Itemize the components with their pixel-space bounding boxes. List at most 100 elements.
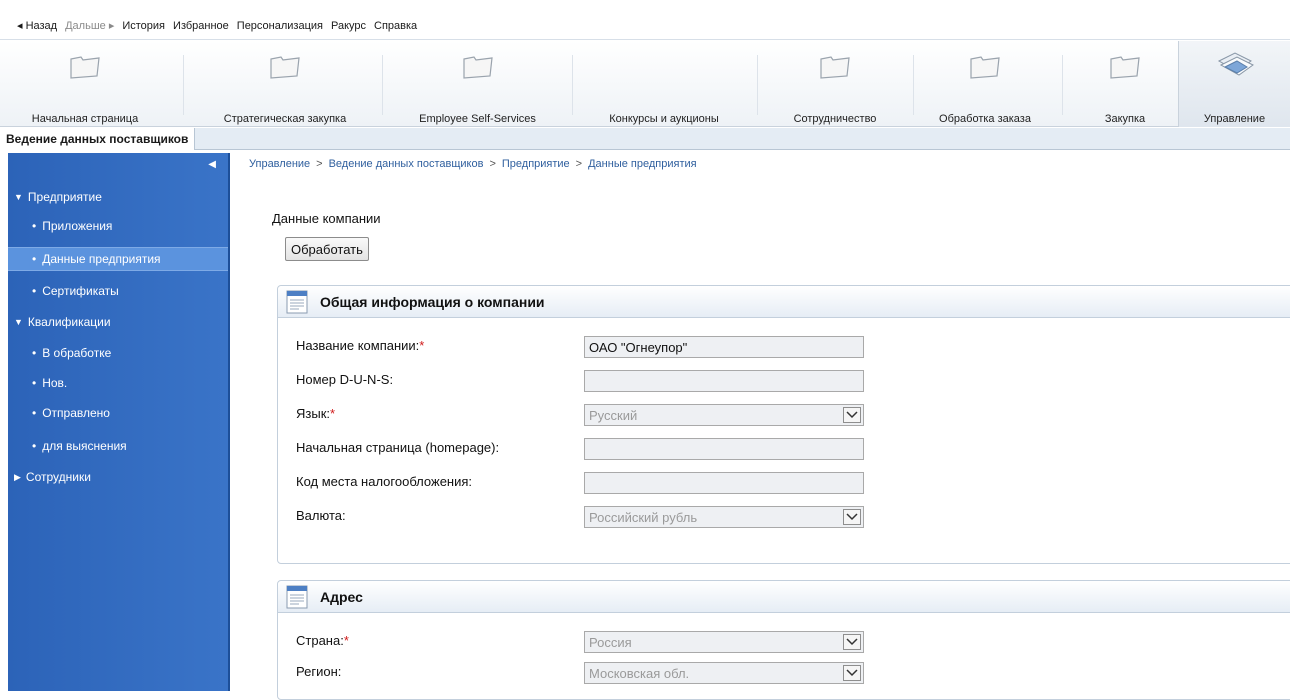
folder-icon — [70, 56, 100, 79]
homepage-field[interactable] — [584, 438, 864, 460]
currency-select[interactable]: Российский рубль — [584, 506, 864, 528]
nav-divider — [183, 55, 184, 115]
folder-icon — [820, 56, 850, 79]
nav-tab-home[interactable]: Начальная страница — [20, 41, 150, 127]
breadcrumb: Управление > Ведение данных поставщиков … — [249, 158, 697, 170]
documents-icon — [1217, 52, 1254, 76]
chevron-down-icon[interactable] — [843, 634, 861, 650]
breadcrumb-item[interactable]: Данные предприятия — [588, 158, 696, 170]
select-value: Российский рубль — [589, 509, 698, 525]
tax-code-row: Код места налогообложения: — [296, 472, 1290, 496]
field-label: Валюта: — [296, 508, 346, 523]
sidebar-item-in-progress[interactable]: • В обработке — [8, 341, 228, 365]
sidebar-item-applications[interactable]: • Приложения — [8, 214, 228, 238]
chevron-down-icon[interactable] — [843, 407, 861, 423]
breadcrumb-item[interactable]: Управление — [249, 158, 310, 170]
general-info-panel: Общая информация о компании Название ком… — [277, 285, 1290, 564]
nav-divider — [572, 55, 573, 115]
nav-tab-label: Сотрудничество — [793, 113, 877, 125]
nav-tab-collaboration[interactable]: Сотрудничество — [770, 41, 900, 127]
nav-tab-ess[interactable]: Employee Self-Services — [400, 41, 555, 127]
folder-icon — [462, 56, 493, 79]
favorites-menu[interactable]: Избранное — [173, 20, 229, 32]
country-select[interactable]: Россия — [584, 631, 864, 653]
bullet-icon: • — [32, 219, 37, 233]
region-select[interactable]: Московская обл. — [584, 662, 864, 684]
field-label: Язык:* — [296, 406, 335, 421]
sidebar-item-employees[interactable]: ▶ Сотрудники — [8, 465, 228, 489]
nav-tab-management[interactable]: Управление — [1178, 41, 1290, 127]
required-mark: * — [419, 338, 425, 353]
sidebar-item-label: Нов. — [42, 376, 68, 390]
homepage-row: Начальная страница (homepage): — [296, 438, 1290, 462]
language-select[interactable]: Русский — [584, 404, 864, 426]
sidebar-item-certificates[interactable]: • Сертификаты — [8, 279, 228, 303]
folder-icon — [1110, 56, 1140, 79]
document-icon — [286, 290, 308, 313]
panel-title: Общая информация о компании — [320, 293, 545, 310]
breadcrumb-item[interactable]: Ведение данных поставщиков — [329, 158, 484, 170]
top-level-navigation: Начальная страница Стратегическая закупк… — [0, 41, 1290, 127]
nav-divider — [382, 55, 383, 115]
collapse-sidebar-icon[interactable]: ◀ — [208, 159, 216, 170]
breadcrumb-separator: > — [489, 158, 496, 170]
forward-button[interactable]: Дальше ▸ — [65, 19, 114, 32]
breadcrumb-item[interactable]: Предприятие — [502, 158, 570, 170]
sidebar-item-clarification[interactable]: • для выяснения — [8, 434, 228, 458]
view-menu[interactable]: Ракурс — [331, 20, 366, 32]
expanded-triangle-icon: ▼ — [14, 317, 23, 327]
sidebar-item-label: Квалификации — [27, 315, 111, 329]
edit-button[interactable]: Обработать — [285, 237, 369, 261]
sidebar-item-label: для выяснения — [42, 439, 127, 453]
nav-tab-label: Начальная страница — [31, 113, 139, 125]
duns-field[interactable] — [584, 370, 864, 392]
field-label: Номер D-U-N-S: — [296, 372, 394, 387]
document-icon — [286, 585, 308, 608]
nav-divider — [1062, 55, 1063, 115]
back-button[interactable]: ◂ Назад — [17, 19, 57, 32]
address-panel: Адрес Страна:* Россия Регион: Московская… — [277, 580, 1290, 700]
nav-tab-label: Управление — [1203, 113, 1266, 125]
nav-tab-purchasing[interactable]: Закупка — [1080, 41, 1170, 127]
nav-tab-strategic-sourcing[interactable]: Стратегическая закупка — [204, 41, 366, 127]
nav-tab-order-processing[interactable]: Обработка заказа — [925, 41, 1045, 127]
select-value: Русский — [589, 407, 638, 423]
help-menu[interactable]: Справка — [374, 20, 417, 32]
language-row: Язык:* Русский — [296, 404, 1290, 428]
nav-divider — [913, 55, 914, 115]
folder-icon — [270, 56, 300, 79]
region-row: Регион: Московская обл. — [296, 662, 1290, 686]
nav-divider — [757, 55, 758, 115]
bullet-icon: • — [32, 406, 37, 420]
subtab-supplier-data[interactable]: Ведение данных поставщиков — [0, 128, 196, 150]
company-name-field[interactable]: ОАО "Огнеупор" — [584, 336, 864, 358]
history-menu[interactable]: История — [122, 20, 165, 32]
top-menu-bar: ◂ Назад Дальше ▸ История Избранное Персо… — [0, 12, 1290, 40]
sidebar-item-enterprise-data[interactable]: • Данные предприятия — [8, 247, 228, 271]
company-name-row: Название компании:* ОАО "Огнеупор" — [296, 336, 1290, 360]
chevron-down-icon[interactable] — [843, 509, 861, 525]
sidebar-item-label: Данные предприятия — [42, 252, 161, 266]
field-label: Начальная страница (homepage): — [296, 440, 500, 455]
field-label: Название компании:* — [296, 338, 424, 353]
breadcrumb-separator: > — [316, 158, 323, 170]
sidebar-item-qualifications[interactable]: ▼ Квалификации — [8, 310, 228, 334]
expanded-triangle-icon: ▼ — [14, 192, 23, 202]
personalize-menu[interactable]: Персонализация — [237, 20, 323, 32]
bullet-icon: • — [32, 439, 37, 453]
detailed-navigation: ◀ ▼ Предприятие • Приложения • Данные предп… — [8, 153, 230, 691]
label-text: Название компании: — [296, 338, 420, 353]
bullet-icon: • — [32, 376, 37, 390]
sidebar-item-sent[interactable]: • Отправлено — [8, 401, 228, 425]
sidebar-item-new[interactable]: • Нов. — [8, 371, 228, 395]
sidebar-item-label: В обработке — [42, 346, 112, 360]
sidebar-item-label: Сотрудники — [25, 470, 91, 484]
nav-tab-tenders[interactable]: Конкурсы и аукционы — [590, 41, 738, 127]
subnavigation-bar: Ведение данных поставщиков — [0, 128, 1290, 150]
sidebar-item-enterprise[interactable]: ▼ Предприятие — [8, 185, 228, 209]
currency-row: Валюта: Российский рубль — [296, 506, 1290, 530]
tax-code-field[interactable] — [584, 472, 864, 494]
chevron-down-icon[interactable] — [843, 665, 861, 681]
content-area: Управление > Ведение данных поставщиков … — [232, 153, 1290, 700]
sidebar-item-label: Предприятие — [27, 190, 102, 204]
